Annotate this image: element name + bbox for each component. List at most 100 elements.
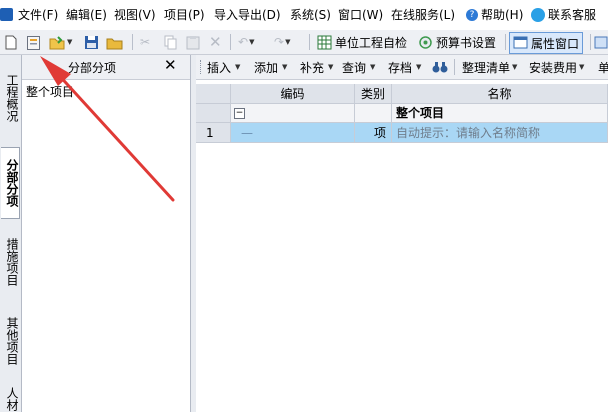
chevron-down-icon: ▼: [512, 63, 518, 71]
gear-icon: [419, 35, 432, 49]
group-type-cell: [355, 104, 392, 123]
insert-label: 插入: [207, 60, 232, 75]
menu-contact-support[interactable]: 联系客服: [548, 7, 596, 24]
unit-price-label: 单: [598, 60, 608, 75]
panel-header: 分部分项 ✕: [22, 55, 190, 80]
spreadsheet-check-icon: [317, 35, 332, 49]
toolbar-grip: [200, 60, 203, 74]
menu-import-export[interactable]: 导入导出(D): [214, 7, 281, 24]
redo-icon: ↷: [274, 35, 285, 49]
supplement-label: 补充: [300, 60, 325, 75]
column-header-name[interactable]: 名称: [392, 84, 608, 104]
copy-icon: [164, 35, 177, 49]
toolbar-separator: [230, 34, 231, 50]
row-number[interactable]: 1: [196, 123, 231, 143]
menu-window[interactable]: 窗口(W): [338, 7, 383, 24]
column-header-code[interactable]: 编码: [231, 84, 355, 104]
organize-list-button[interactable]: 整理清单 ▼: [462, 58, 517, 76]
column-header-type[interactable]: 类别: [355, 84, 392, 104]
redo-button[interactable]: ↷ ▼: [274, 33, 290, 51]
chevron-down-icon: ▼: [67, 38, 73, 46]
tab-project-overview[interactable]: 工程概况: [1, 61, 19, 135]
sub-items-panel: 分部分项 ✕ 整个项目: [22, 55, 191, 412]
tab-other-items[interactable]: 其他项目: [1, 309, 19, 373]
dialog-icon: [594, 36, 608, 48]
menu-edit[interactable]: 编辑(E): [66, 7, 107, 24]
paste-button[interactable]: [186, 33, 200, 51]
add-label: 添加: [254, 60, 279, 75]
menu-online-service[interactable]: 在线服务(L): [391, 7, 455, 24]
menu-help[interactable]: 帮助(H): [481, 7, 523, 24]
archive-label: 存档: [388, 60, 413, 75]
find-button[interactable]: [432, 58, 448, 76]
tab-sub-items[interactable]: 分部分项: [1, 147, 20, 219]
chevron-down-icon: ▼: [370, 63, 376, 71]
window-icon: [513, 36, 528, 49]
toolbar-separator: [132, 34, 133, 50]
organize-list-label: 整理清单: [462, 60, 511, 75]
new-file-button[interactable]: [5, 33, 17, 51]
app-icon: [0, 8, 13, 21]
row-header: [196, 104, 231, 123]
menu-project[interactable]: 项目(P): [164, 7, 205, 24]
collapse-toggle[interactable]: −: [234, 108, 245, 119]
new-project-icon: [27, 35, 40, 50]
tab-measures[interactable]: 措施项目: [1, 230, 19, 294]
main-toolbar: ▼ ✂ ✕ ↶ ▼ ↷ ▼ 单位工程自检 预算书设置 属性窗口: [0, 30, 608, 55]
archive-button[interactable]: 存档 ▼: [388, 58, 421, 76]
copy-button[interactable]: [164, 33, 178, 51]
query-button[interactable]: 查询 ▼: [342, 58, 375, 76]
undo-icon: ↶: [238, 35, 249, 49]
save-icon: [85, 35, 98, 49]
save-button[interactable]: [84, 33, 99, 51]
toolbar-separator: [454, 59, 455, 75]
toolbar-separator: [505, 34, 506, 50]
group-code-cell[interactable]: −: [231, 104, 355, 123]
save-all-icon: [106, 38, 123, 49]
chevron-down-icon: ▼: [579, 63, 585, 71]
binoculars-icon: [432, 62, 448, 73]
row-code-cell[interactable]: —: [231, 123, 355, 143]
add-button[interactable]: 添加 ▼: [254, 58, 287, 76]
undo-button[interactable]: ↶ ▼: [238, 33, 254, 51]
cut-button[interactable]: ✂: [140, 33, 150, 51]
row-name-cell[interactable]: 自动提示：请输入名称简称: [392, 123, 608, 143]
toolbar-separator: [590, 34, 591, 50]
query-label: 查询: [342, 60, 367, 75]
scissors-icon: ✂: [140, 35, 151, 49]
unit-price-button[interactable]: 单: [598, 58, 608, 76]
menu-system[interactable]: 系统(S): [290, 7, 331, 24]
menu-file[interactable]: 文件(F): [18, 7, 58, 24]
save-all-button[interactable]: [106, 33, 123, 51]
supplement-button[interactable]: 补充 ▼: [300, 58, 333, 76]
budget-settings-button[interactable]: 预算书设置: [418, 33, 496, 51]
panel-close-button[interactable]: ✕: [164, 56, 177, 74]
budget-settings-label: 预算书设置: [436, 35, 497, 50]
tree-root-item[interactable]: 整个项目: [26, 83, 74, 100]
overflow-button[interactable]: [594, 33, 608, 51]
grid-toolbar: 插入 ▼ 添加 ▼ 补充 ▼ 查询 ▼ 存档 ▼ 整理清单 ▼ 安装费用 ▼ 单: [196, 55, 608, 80]
install-fee-button[interactable]: 安装费用 ▼: [529, 58, 584, 76]
menu-bar: 文件(F) 编辑(E) 视图(V) 项目(P) 导入导出(D) 系统(S) 窗口…: [0, 0, 608, 31]
close-icon: ✕: [209, 33, 222, 51]
new-file-icon: [5, 35, 17, 49]
row-type-cell[interactable]: 项: [355, 123, 392, 143]
unit-check-button[interactable]: 单位工程自检: [317, 33, 407, 51]
chevron-down-icon: ▼: [249, 38, 255, 46]
paste-icon: [186, 35, 200, 49]
menu-view[interactable]: 视图(V): [114, 7, 156, 24]
delete-button[interactable]: ✕: [209, 33, 222, 51]
tab-labor-materials[interactable]: 人材: [1, 386, 19, 412]
group-name-cell[interactable]: 整个项目: [392, 104, 608, 123]
property-window-label: 属性窗口: [531, 36, 580, 51]
insert-button[interactable]: 插入 ▼: [207, 58, 240, 76]
left-vertical-tabs: 工程概况 分部分项 措施项目 其他项目 人材: [0, 55, 22, 412]
chevron-down-icon: ▼: [416, 63, 422, 71]
new-project-button[interactable]: [26, 33, 41, 51]
property-window-button[interactable]: 属性窗口: [509, 32, 584, 54]
corner-header: [196, 84, 231, 104]
open-folder-button[interactable]: ▼: [49, 33, 72, 51]
chevron-down-icon: ▼: [235, 63, 241, 71]
open-folder-icon: [49, 35, 65, 49]
chevron-down-icon: ▼: [282, 63, 288, 71]
